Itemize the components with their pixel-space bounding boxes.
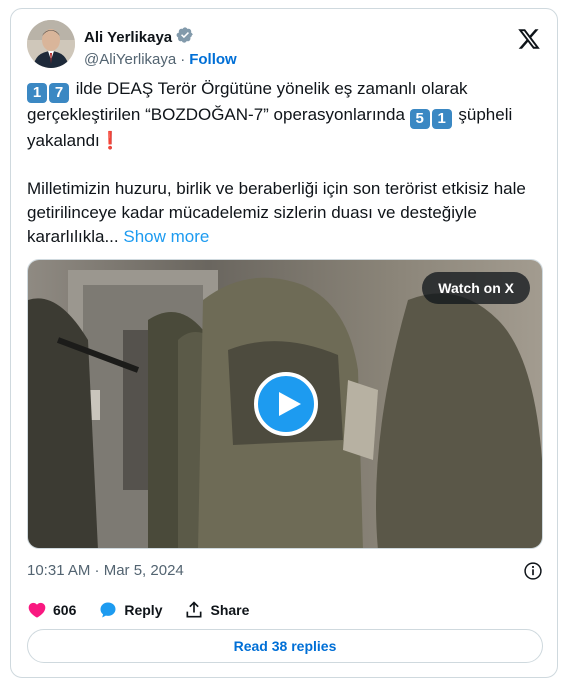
- reply-button[interactable]: Reply: [98, 600, 162, 620]
- info-icon[interactable]: [523, 561, 543, 581]
- avatar[interactable]: [27, 20, 75, 68]
- share-icon: [186, 601, 202, 618]
- tweet-paragraph-2: Milletimizin huzuru, birlik ve beraberli…: [27, 177, 543, 249]
- reply-label: Reply: [124, 602, 163, 618]
- share-button[interactable]: Share: [184, 600, 249, 620]
- tweet-card[interactable]: Ali Yerlikaya @AliYerlikaya · Follow 17: [10, 8, 558, 678]
- tweet-text: 17 ilde DEAŞ Terör Örgütüne yönelik eş z…: [27, 77, 543, 249]
- keycap-digit: 1: [431, 109, 452, 129]
- watch-on-x-button[interactable]: Watch on X: [422, 272, 530, 304]
- keycap-digit: 5: [409, 109, 430, 129]
- play-button[interactable]: [254, 372, 318, 436]
- tweet-text-segment: ilde DEAŞ Terör Örgütüne yönelik eş zama…: [27, 79, 468, 124]
- reply-icon: [100, 602, 116, 618]
- heart-icon: [28, 602, 46, 618]
- tweet-paragraph-1: 17 ilde DEAŞ Terör Örgütüne yönelik eş z…: [27, 77, 543, 153]
- read-replies-button[interactable]: Read 38 replies: [27, 629, 543, 663]
- exclamation-icon: ❗: [99, 131, 121, 150]
- handle-separator: ·: [180, 50, 186, 68]
- like-count: 606: [53, 602, 77, 618]
- timestamp-row: 10:31 AM · Mar 5, 2024: [27, 562, 543, 582]
- author-block: Ali Yerlikaya @AliYerlikaya · Follow: [84, 26, 237, 69]
- author-handle[interactable]: @AliYerlikaya: [84, 51, 176, 68]
- like-button[interactable]: 606: [27, 600, 76, 620]
- x-logo-icon[interactable]: [517, 27, 541, 51]
- play-icon: [279, 392, 301, 416]
- follow-button[interactable]: Follow: [189, 51, 237, 68]
- author-name[interactable]: Ali Yerlikaya: [84, 29, 172, 46]
- share-label: Share: [210, 602, 250, 618]
- keycap-digit: 1: [27, 83, 47, 103]
- video-player[interactable]: Watch on X: [27, 259, 543, 549]
- timestamp[interactable]: 10:31 AM · Mar 5, 2024: [27, 562, 184, 579]
- action-bar: 606 Reply Share: [27, 599, 249, 621]
- tweet-header: Ali Yerlikaya @AliYerlikaya · Follow: [27, 17, 541, 73]
- show-more-link[interactable]: Show more: [123, 227, 209, 246]
- keycap-digit: 7: [49, 83, 69, 103]
- tweet-text-segment: Milletimizin huzuru, birlik ve beraberli…: [27, 179, 526, 246]
- verified-icon: [176, 26, 194, 49]
